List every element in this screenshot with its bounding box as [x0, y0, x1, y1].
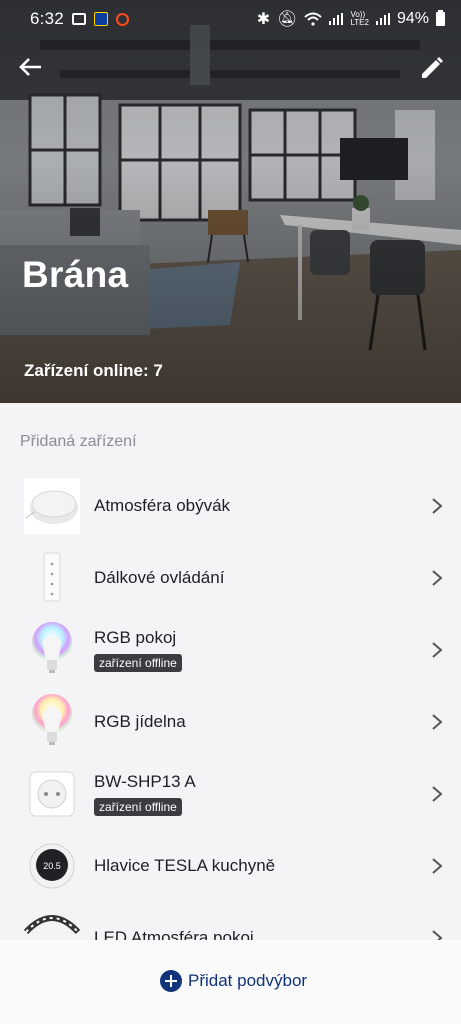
device-row[interactable]: LED Atmosféra pokoj — [0, 902, 461, 940]
chevron-right-icon — [432, 642, 443, 658]
edit-button[interactable] — [414, 50, 448, 84]
chevron-right-icon — [432, 570, 443, 586]
led-strip-icon — [24, 910, 80, 940]
section-label: Přidaná zařízení — [20, 433, 137, 450]
wifi-icon — [304, 12, 323, 26]
gallery-icon — [71, 13, 86, 25]
notification-ring-icon — [115, 12, 129, 26]
mute-icon: 🔕︎ — [277, 11, 298, 28]
device-row[interactable]: Atmosféra obývák — [0, 470, 461, 542]
thermostat-head-icon: 20.5 — [24, 838, 80, 894]
device-row[interactable]: 20.5 Hlavice TESLA kuchyně — [0, 830, 461, 902]
chevron-right-icon — [432, 714, 443, 730]
battery-percent: 94% — [396, 10, 429, 27]
remote-control-icon — [24, 550, 80, 606]
device-row[interactable]: Dálkové ovládání — [0, 542, 461, 614]
device-name: RGB pokoj — [94, 628, 177, 647]
back-button[interactable] — [14, 50, 48, 84]
lidl-app-icon — [93, 12, 108, 26]
chevron-right-icon — [432, 858, 443, 874]
offline-badge: zařízení offline — [94, 798, 182, 816]
rgb-bulb-icon — [24, 694, 80, 750]
signal-2-icon — [375, 13, 390, 25]
battery-icon — [436, 10, 445, 26]
device-list: Atmosféra obývák Dálkové ovládání RGB po… — [0, 470, 461, 940]
smart-plug-icon — [24, 766, 80, 822]
status-time: 6:32 — [30, 9, 64, 28]
hub-device-icon — [24, 478, 80, 534]
device-name: LED Atmosféra pokoj — [94, 928, 254, 940]
chevron-right-icon — [432, 786, 443, 802]
thermostat-display: 20.5 — [43, 861, 61, 871]
online-devices-count: Zařízení online: 7 — [24, 361, 163, 380]
device-name: RGB jídelna — [94, 712, 186, 731]
arrow-left-icon — [19, 58, 41, 76]
bluetooth-icon: ✱ — [256, 11, 271, 28]
chevron-right-icon — [432, 930, 443, 940]
device-name: Dálkové ovládání — [94, 568, 225, 587]
status-bar: 6:32 ✱ 🔕︎ Vo)) LTE2 94% — [0, 0, 461, 38]
device-row[interactable]: RGB pokoj zařízení offline — [0, 614, 461, 686]
signal-icon — [329, 13, 344, 25]
volte-indicator: Vo)) LTE2 — [350, 10, 369, 27]
device-name: Hlavice TESLA kuchyně — [94, 856, 276, 875]
rgb-bulb-icon — [24, 622, 80, 678]
pencil-icon — [422, 57, 443, 78]
device-row[interactable]: BW-SHP13 A zařízení offline — [0, 758, 461, 830]
offline-badge: zařízení offline — [94, 654, 182, 672]
page-title: Brána — [22, 254, 129, 295]
header-image — [0, 0, 461, 403]
plus-circle-icon — [160, 970, 182, 992]
device-name: Atmosféra obývák — [94, 496, 231, 515]
chevron-right-icon — [432, 498, 443, 514]
device-row[interactable]: RGB jídelna — [0, 686, 461, 758]
add-subgroup-label: Přidat podvýbor — [188, 971, 308, 990]
add-subgroup-button[interactable]: Přidat podvýbor — [160, 970, 307, 992]
device-name: BW-SHP13 A — [94, 772, 196, 791]
